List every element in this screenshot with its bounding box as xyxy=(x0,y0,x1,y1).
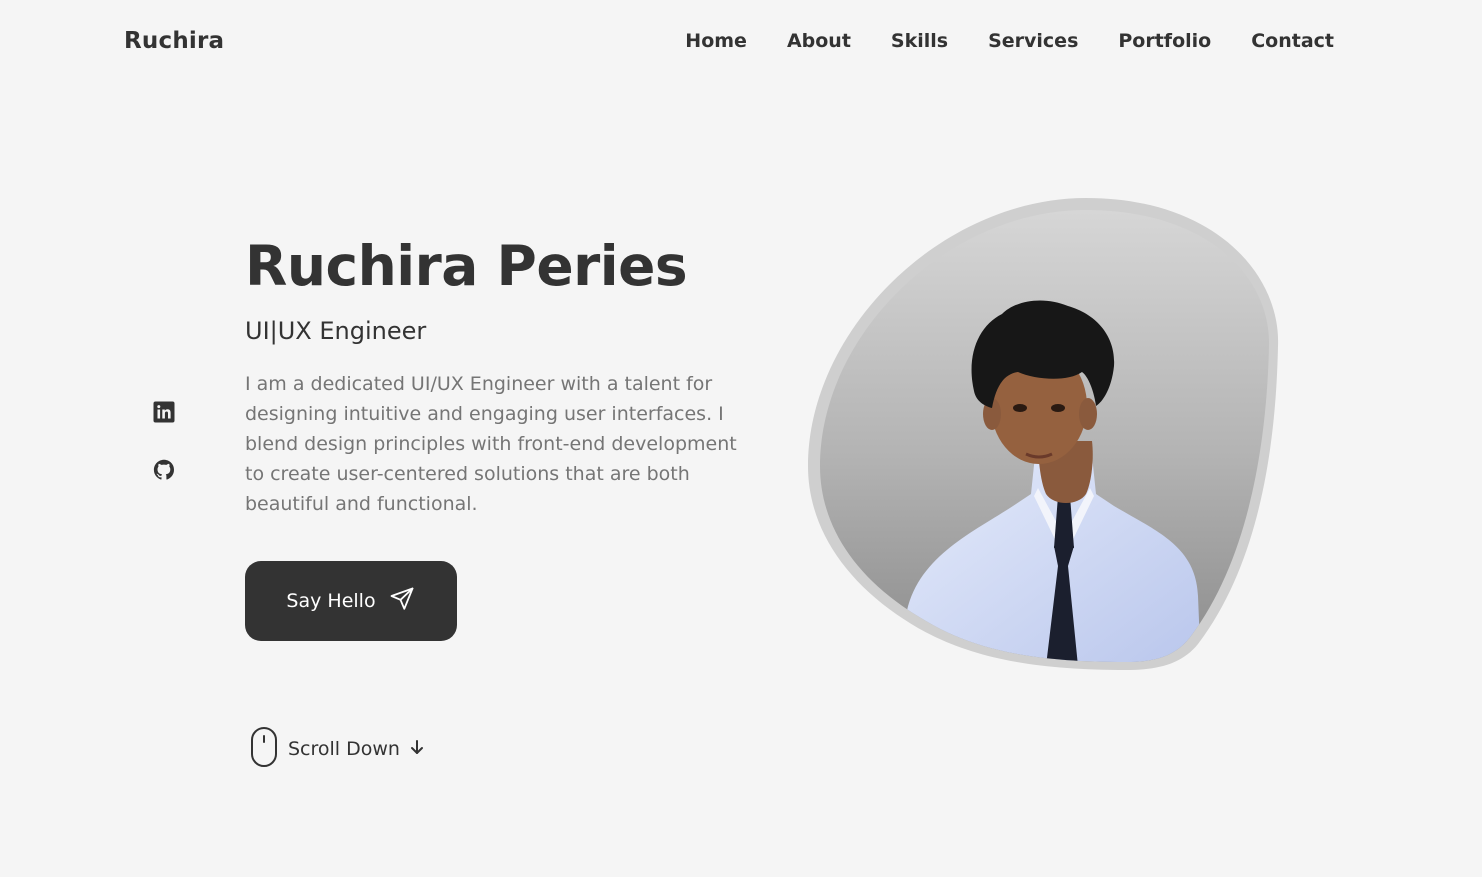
nav-services[interactable]: Services xyxy=(988,30,1078,52)
hero-subtitle: UI|UX Engineer xyxy=(245,317,427,345)
main-nav: Home About Skills Services Portfolio Con… xyxy=(685,30,1334,52)
site-logo[interactable]: Ruchira xyxy=(124,28,224,54)
nav-contact[interactable]: Contact xyxy=(1251,30,1334,52)
arrow-down-icon xyxy=(408,738,426,760)
hero-text: Ruchira Peries UI|UX Engineer I am a ded… xyxy=(245,234,765,519)
linkedin-icon[interactable] xyxy=(152,400,176,424)
say-hello-button[interactable]: Say Hello xyxy=(245,561,457,641)
profile-image xyxy=(806,196,1282,670)
hero-title: Ruchira Peries xyxy=(245,234,688,298)
social-links xyxy=(152,400,176,482)
mouse-icon xyxy=(250,726,278,772)
nav-home[interactable]: Home xyxy=(685,30,747,52)
nav-skills[interactable]: Skills xyxy=(891,30,948,52)
scroll-down-link[interactable]: Scroll Down xyxy=(250,726,426,772)
scroll-down-label: Scroll Down xyxy=(288,738,400,760)
github-icon[interactable] xyxy=(152,458,176,482)
hero-description: I am a dedicated UI/UX Engineer with a t… xyxy=(245,373,737,515)
nav-about[interactable]: About xyxy=(787,30,851,52)
say-hello-label: Say Hello xyxy=(286,590,376,612)
send-icon xyxy=(388,585,416,618)
nav-portfolio[interactable]: Portfolio xyxy=(1118,30,1211,52)
